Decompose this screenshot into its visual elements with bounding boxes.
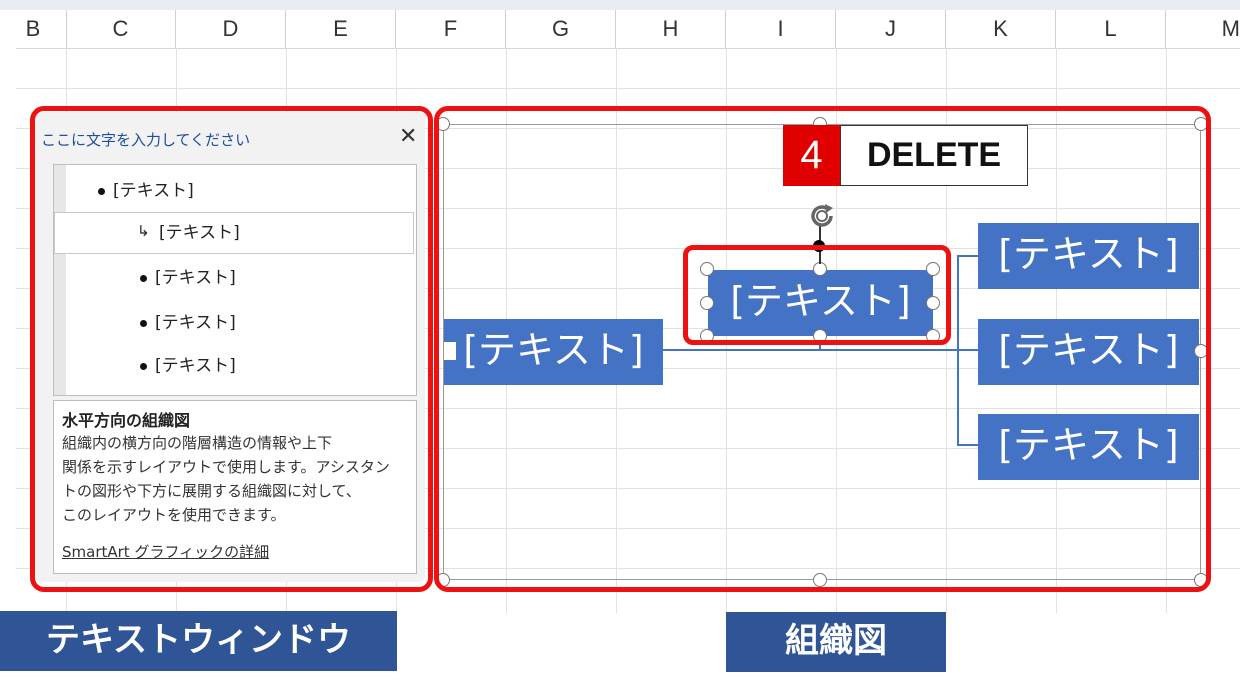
column-header-l[interactable]: L (1056, 10, 1166, 48)
step-label-badge: DELETE (840, 125, 1028, 186)
column-header-e[interactable]: E (286, 10, 396, 48)
column-header-b[interactable]: B (0, 10, 67, 48)
step-number-badge: 4 (783, 125, 840, 186)
selected-node-highlight (683, 245, 951, 345)
column-header-bar: B C D E F G H I J K L M (16, 10, 1240, 49)
column-header-f[interactable]: F (396, 10, 506, 48)
column-header-k[interactable]: K (946, 10, 1056, 48)
column-header-d[interactable]: D (176, 10, 286, 48)
caption-text-pane: テキストウィンドウ (0, 611, 397, 671)
column-header-j[interactable]: J (836, 10, 946, 48)
column-header-h[interactable]: H (616, 10, 726, 48)
column-header-c[interactable]: C (66, 10, 176, 48)
ribbon-edge (0, 0, 1240, 10)
column-header-i[interactable]: I (726, 10, 836, 48)
text-pane-highlight (30, 106, 433, 592)
column-header-m[interactable]: M (1166, 10, 1240, 48)
column-header-g[interactable]: G (506, 10, 616, 48)
caption-org-chart: 組織図 (726, 612, 946, 672)
